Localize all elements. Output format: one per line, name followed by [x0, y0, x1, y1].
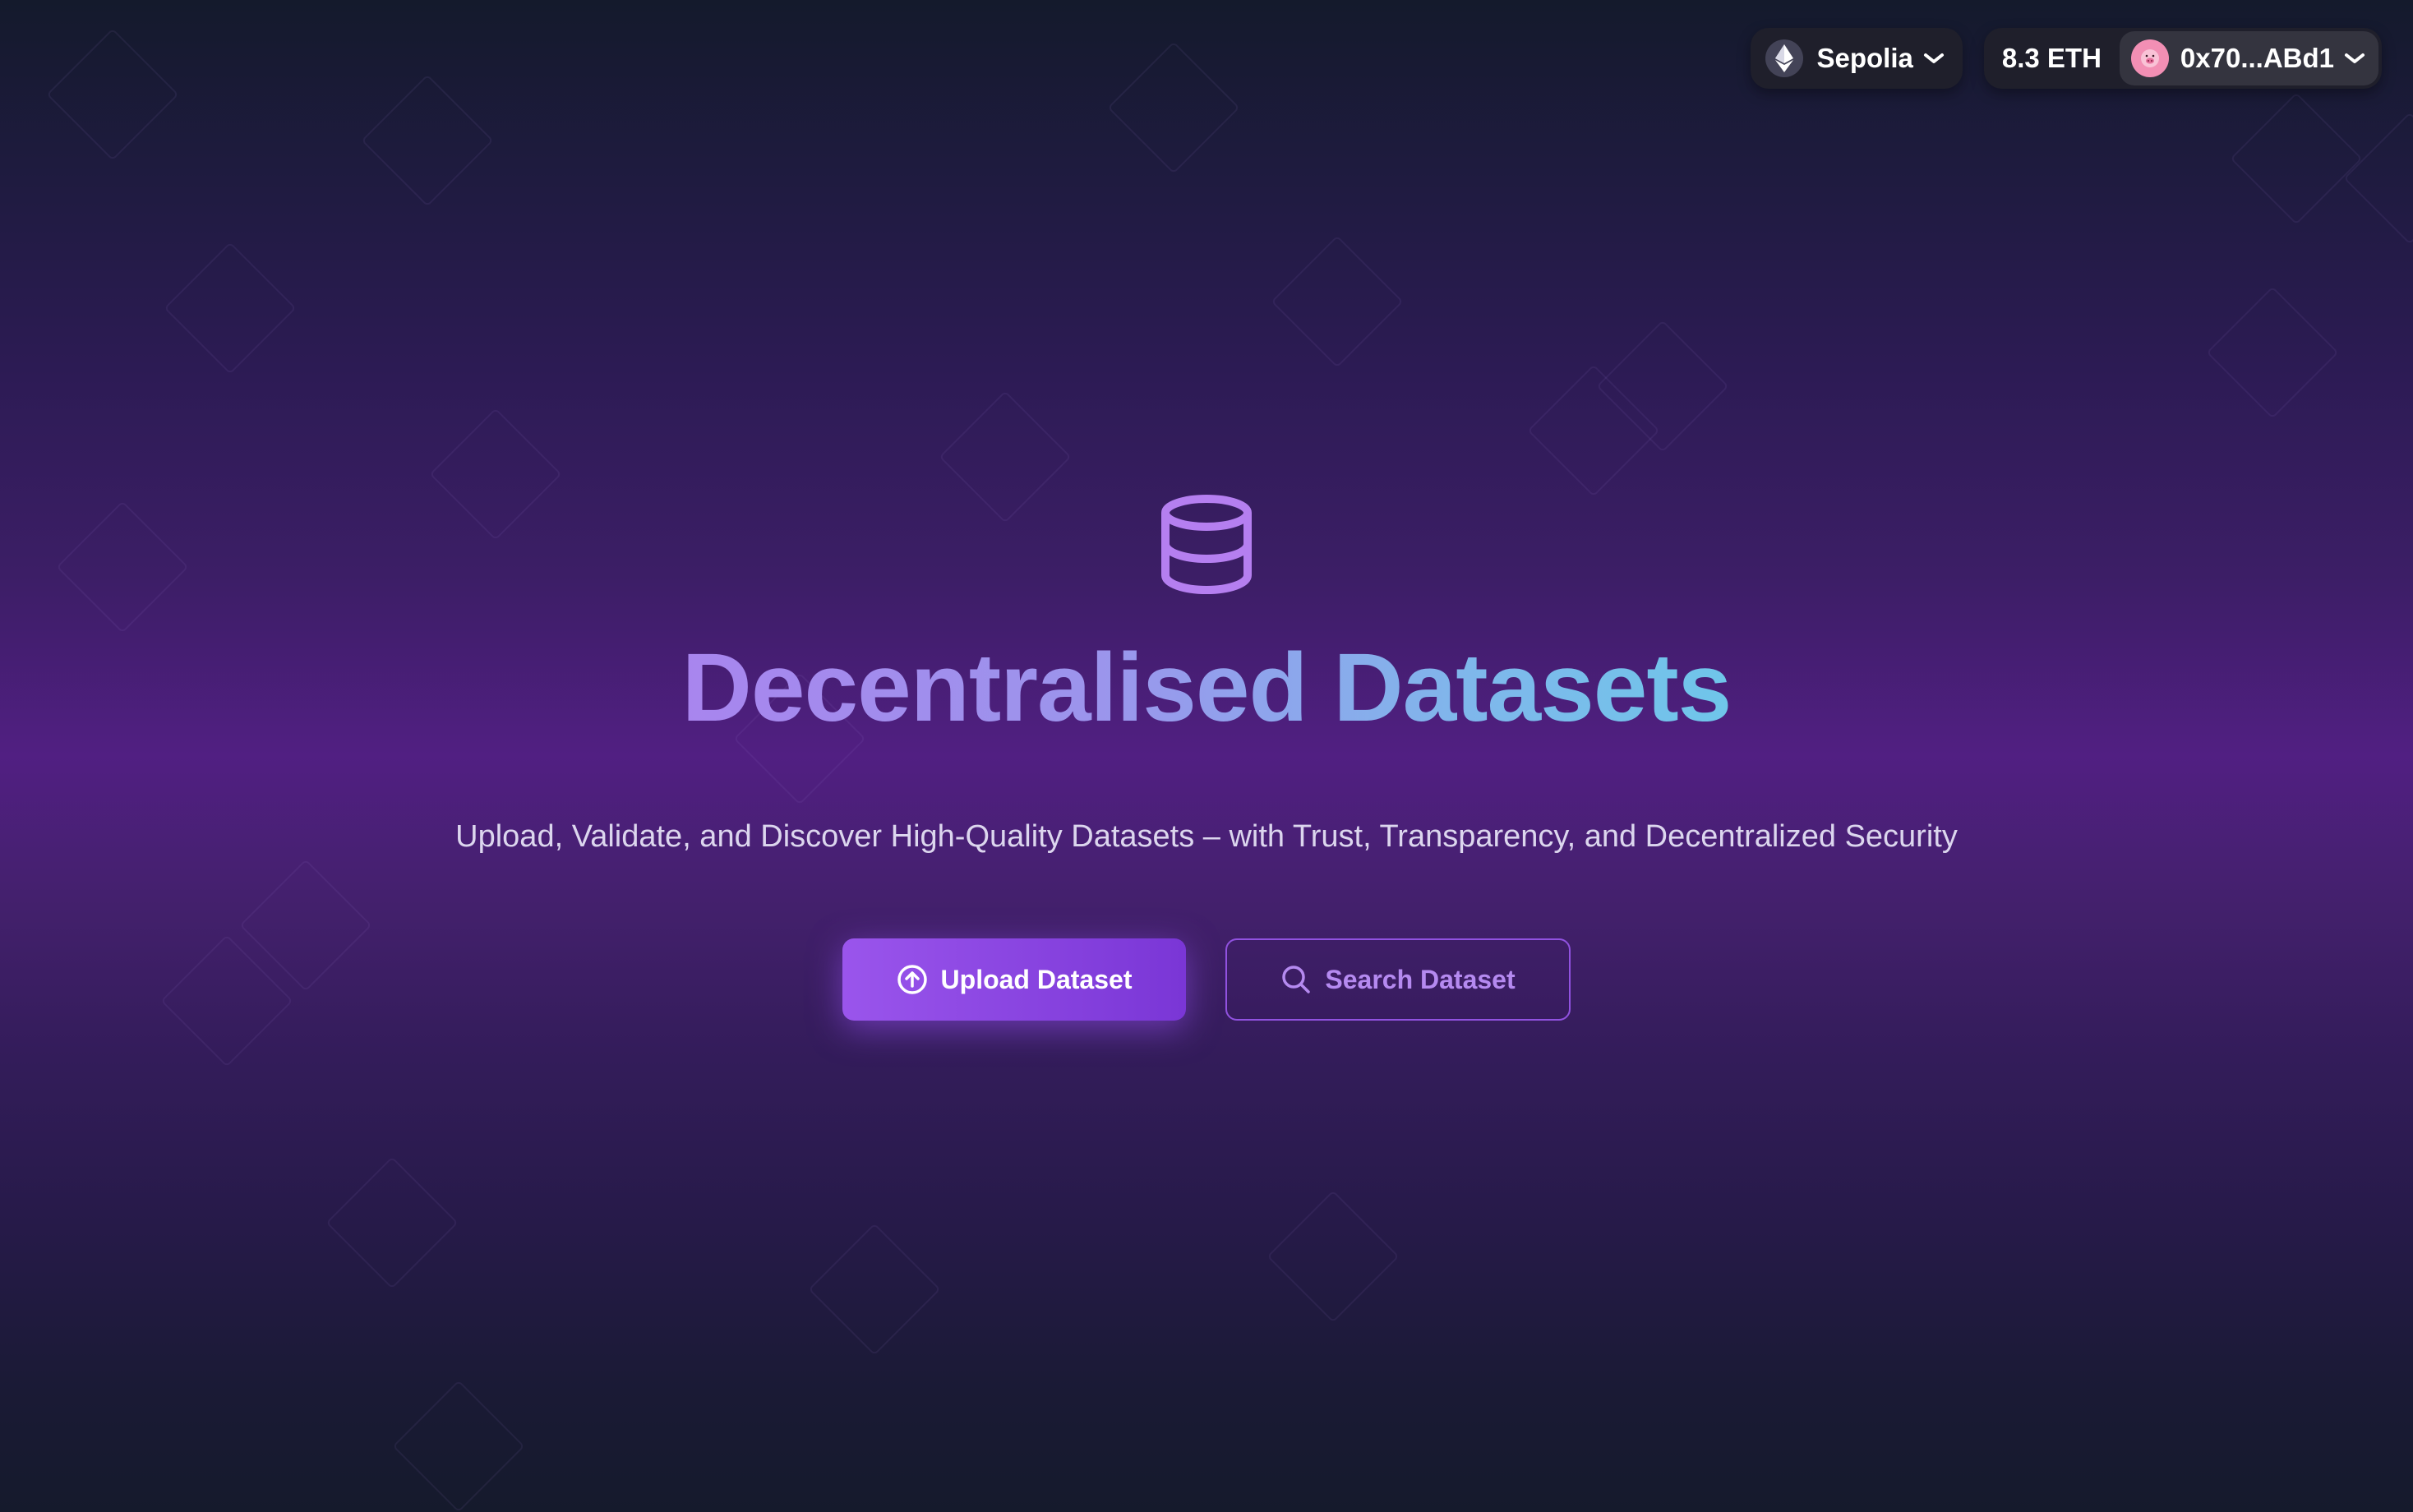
bg-diamond	[939, 390, 1072, 523]
network-selector-button[interactable]: Sepolia	[1751, 28, 1963, 89]
bg-diamond	[2230, 92, 2363, 225]
bg-diamond	[1596, 320, 1729, 453]
bg-diamond	[2343, 112, 2413, 245]
wallet-header: Sepolia 8.3 ETH 0x70...ABd1	[1751, 28, 2382, 89]
balance-label: 8.3 ETH	[2001, 43, 2102, 73]
search-dataset-button[interactable]: Search Dataset	[1225, 938, 1571, 1021]
background-pattern	[0, 0, 2413, 1512]
chevron-down-icon	[2344, 52, 2365, 65]
bg-diamond	[429, 408, 562, 541]
page-title: Decentralised Datasets	[0, 626, 2413, 749]
bg-diamond	[1107, 41, 1240, 174]
account-address: 0x70...ABd1	[2180, 43, 2334, 73]
page-subtitle: Upload, Validate, and Discover High-Qual…	[455, 819, 1958, 854]
network-label: Sepolia	[1816, 43, 1913, 73]
ethereum-icon	[1765, 39, 1804, 77]
upload-dataset-label: Upload Dataset	[940, 964, 1133, 994]
upload-circle-icon	[897, 964, 928, 995]
bg-diamond	[1266, 1190, 1400, 1323]
hero-actions: Upload Dataset Search Dataset	[0, 938, 2413, 1021]
upload-dataset-button[interactable]: Upload Dataset	[842, 938, 1186, 1021]
bg-diamond	[46, 28, 179, 161]
chevron-down-icon	[1923, 52, 1945, 65]
bg-diamond	[164, 242, 297, 375]
pig-avatar-icon	[2130, 39, 2169, 77]
page-title-text: Decentralised Datasets	[681, 634, 1732, 742]
bg-diamond	[56, 500, 189, 634]
bg-diamond	[361, 74, 494, 207]
bg-diamond	[1271, 235, 1404, 368]
search-icon	[1280, 964, 1312, 995]
account-button[interactable]: 0x70...ABd1	[2119, 31, 2378, 85]
bg-diamond	[325, 1156, 459, 1289]
bg-diamond	[808, 1223, 941, 1356]
database-icon	[1157, 493, 1256, 599]
bg-diamond	[1527, 364, 1660, 497]
bg-diamond	[2206, 286, 2339, 419]
account-group: 8.3 ETH 0x70...ABd1	[1983, 28, 2382, 89]
search-dataset-label: Search Dataset	[1325, 964, 1516, 994]
bg-diamond	[392, 1380, 525, 1512]
